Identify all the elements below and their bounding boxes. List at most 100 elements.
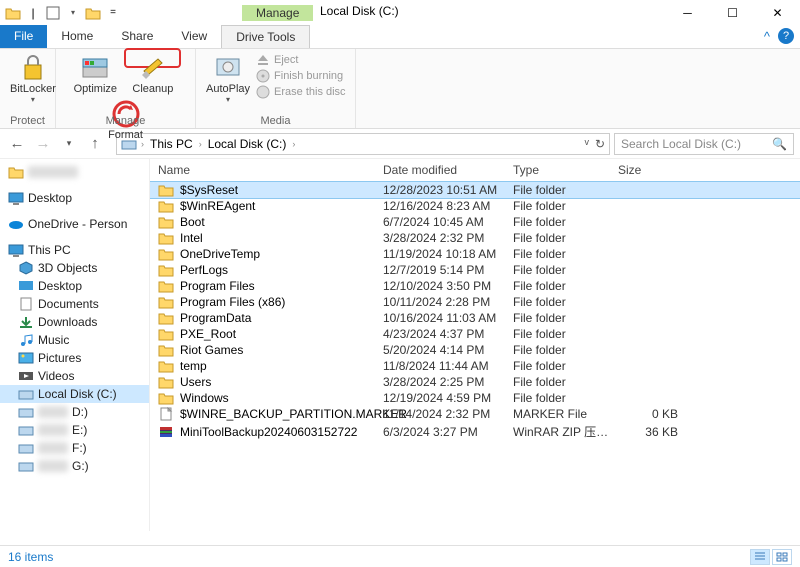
contextual-tab-header: Manage <box>242 5 313 21</box>
file-row[interactable]: $WinREAgent12/16/2024 8:23 AMFile folder <box>150 198 800 214</box>
folder-icon <box>158 359 174 373</box>
file-type: File folder <box>513 295 618 309</box>
navigation-pane[interactable]: Desktop OneDrive - Person This PC 3D Obj… <box>0 159 150 531</box>
zip-icon <box>158 425 174 439</box>
addr-dropdown-icon[interactable]: v <box>584 137 589 151</box>
nav-music[interactable]: Music <box>0 331 149 349</box>
col-type[interactable]: Type <box>513 163 618 177</box>
file-type: File folder <box>513 215 618 229</box>
nav-desktop[interactable]: Desktop <box>0 189 149 207</box>
cleanup-button[interactable]: Cleanup <box>128 51 177 97</box>
file-date: 11/14/2024 2:32 PM <box>383 407 513 421</box>
search-icon[interactable]: 🔍 <box>772 137 787 151</box>
optimize-button[interactable]: Optimize <box>70 51 121 97</box>
this-pc-icon <box>8 243 24 257</box>
nav-drive-g[interactable]: G:) <box>0 457 149 475</box>
file-row[interactable]: Users3/28/2024 2:25 PMFile folder <box>150 374 800 390</box>
tab-file[interactable]: File <box>0 25 47 48</box>
file-date: 12/19/2024 4:59 PM <box>383 391 513 405</box>
folder-icon <box>4 4 22 22</box>
tab-view[interactable]: View <box>167 25 221 48</box>
nav-pictures[interactable]: Pictures <box>0 349 149 367</box>
file-list[interactable]: Name Date modified Type Size $SysReset12… <box>150 159 800 531</box>
col-name[interactable]: Name <box>158 163 383 177</box>
nav-this-pc[interactable]: This PC <box>0 241 149 259</box>
crumb-sep-icon[interactable]: › <box>199 139 202 149</box>
recent-dropdown[interactable]: ▾ <box>58 138 80 149</box>
file-row[interactable]: Riot Games 5/20/2024 4:14 PMFile folder <box>150 342 800 358</box>
help-button[interactable]: ? <box>778 28 794 44</box>
file-date: 12/28/2023 10:51 AM <box>383 183 513 197</box>
file-row[interactable]: ProgramData10/16/2024 11:03 AMFile folde… <box>150 310 800 326</box>
tab-home[interactable]: Home <box>47 25 107 48</box>
nav-drive-f[interactable]: F:) <box>0 439 149 457</box>
folder-icon <box>8 165 24 179</box>
file-row[interactable]: temp11/8/2024 11:44 AMFile folder <box>150 358 800 374</box>
videos-icon <box>18 369 34 383</box>
file-date: 5/20/2024 4:14 PM <box>383 343 513 357</box>
nav-drive-e[interactable]: E:) <box>0 421 149 439</box>
maximize-button[interactable]: ☐ <box>710 0 755 25</box>
folder-icon <box>158 247 174 261</box>
file-type: File folder <box>513 199 618 213</box>
bitlocker-button[interactable]: BitLocker ▾ <box>6 51 60 106</box>
file-row[interactable]: Program Files12/10/2024 3:50 PMFile fold… <box>150 278 800 294</box>
crumb-sep-icon[interactable]: › <box>292 139 295 149</box>
back-button[interactable]: ← <box>6 135 28 152</box>
nav-downloads[interactable]: Downloads <box>0 313 149 331</box>
tab-share[interactable]: Share <box>107 25 167 48</box>
file-row[interactable]: PXE_Root4/23/2024 4:37 PMFile folder <box>150 326 800 342</box>
nav-desktop2[interactable]: Desktop <box>0 277 149 295</box>
file-type: File folder <box>513 359 618 373</box>
group-protect-label: Protect <box>0 115 55 127</box>
crumb-local-disk[interactable]: Local Disk (C:) <box>206 137 289 151</box>
qat-overflow[interactable]: = <box>104 4 122 22</box>
group-media-label: Media <box>196 115 355 127</box>
objects3d-icon <box>18 261 34 275</box>
minimize-button[interactable]: ─ <box>665 0 710 25</box>
view-large-button[interactable] <box>772 549 792 565</box>
nav-videos[interactable]: Videos <box>0 367 149 385</box>
address-bar[interactable]: › This PC › Local Disk (C:) › v ↻ <box>116 133 610 155</box>
refresh-icon[interactable]: ↻ <box>595 137 605 151</box>
file-name: PerfLogs <box>180 263 228 277</box>
file-name: temp <box>180 359 207 373</box>
file-row[interactable]: OneDriveTemp11/19/2024 10:18 AMFile fold… <box>150 246 800 262</box>
nav-local-disk-c[interactable]: Local Disk (C:) <box>0 385 149 403</box>
search-input[interactable]: Search Local Disk (C:) 🔍 <box>614 133 794 155</box>
file-name: OneDriveTemp <box>180 247 260 261</box>
file-name: Riot Games <box>180 343 243 357</box>
file-type: MARKER File <box>513 407 618 421</box>
folder-icon <box>158 343 174 357</box>
file-row[interactable]: Windows12/19/2024 4:59 PMFile folder <box>150 390 800 406</box>
file-size: 0 KB <box>618 407 678 421</box>
file-row[interactable]: Intel3/28/2024 2:32 PMFile folder <box>150 230 800 246</box>
nav-onedrive[interactable]: OneDrive - Person <box>0 215 149 233</box>
up-button[interactable]: ↑ <box>84 135 106 152</box>
folder-icon <box>158 279 174 293</box>
col-date[interactable]: Date modified <box>383 163 513 177</box>
file-name: Program Files (x86) <box>180 295 285 309</box>
file-row[interactable]: Program Files (x86)10/11/2024 2:28 PMFil… <box>150 294 800 310</box>
crumb-this-pc[interactable]: This PC <box>148 137 195 151</box>
nav-documents[interactable]: Documents <box>0 295 149 313</box>
nav-quick-access[interactable] <box>0 163 149 181</box>
qat-dropdown-icon[interactable]: ▾ <box>64 4 82 22</box>
file-date: 3/28/2024 2:25 PM <box>383 375 513 389</box>
file-row[interactable]: MiniToolBackup202406031527226/3/2024 3:2… <box>150 422 800 441</box>
nav-drive-d[interactable]: D:) <box>0 403 149 421</box>
drive-icon <box>18 459 34 473</box>
file-row[interactable]: PerfLogs12/7/2019 5:14 PMFile folder <box>150 262 800 278</box>
file-type: File folder <box>513 343 618 357</box>
file-row[interactable]: $SysReset12/28/2023 10:51 AMFile folder <box>150 182 800 198</box>
qat-checkbox-icon[interactable] <box>44 4 62 22</box>
close-button[interactable]: ✕ <box>755 0 800 25</box>
collapse-ribbon-icon[interactable]: ^ <box>764 29 770 44</box>
tab-drive-tools[interactable]: Drive Tools <box>221 25 310 48</box>
file-row[interactable]: $WINRE_BACKUP_PARTITION.MARKER11/14/2024… <box>150 406 800 422</box>
view-details-button[interactable] <box>750 549 770 565</box>
col-size[interactable]: Size <box>618 163 678 177</box>
nav-3d-objects[interactable]: 3D Objects <box>0 259 149 277</box>
file-row[interactable]: Boot6/7/2024 10:45 AMFile folder <box>150 214 800 230</box>
window-title: Local Disk (C:) <box>320 4 399 18</box>
